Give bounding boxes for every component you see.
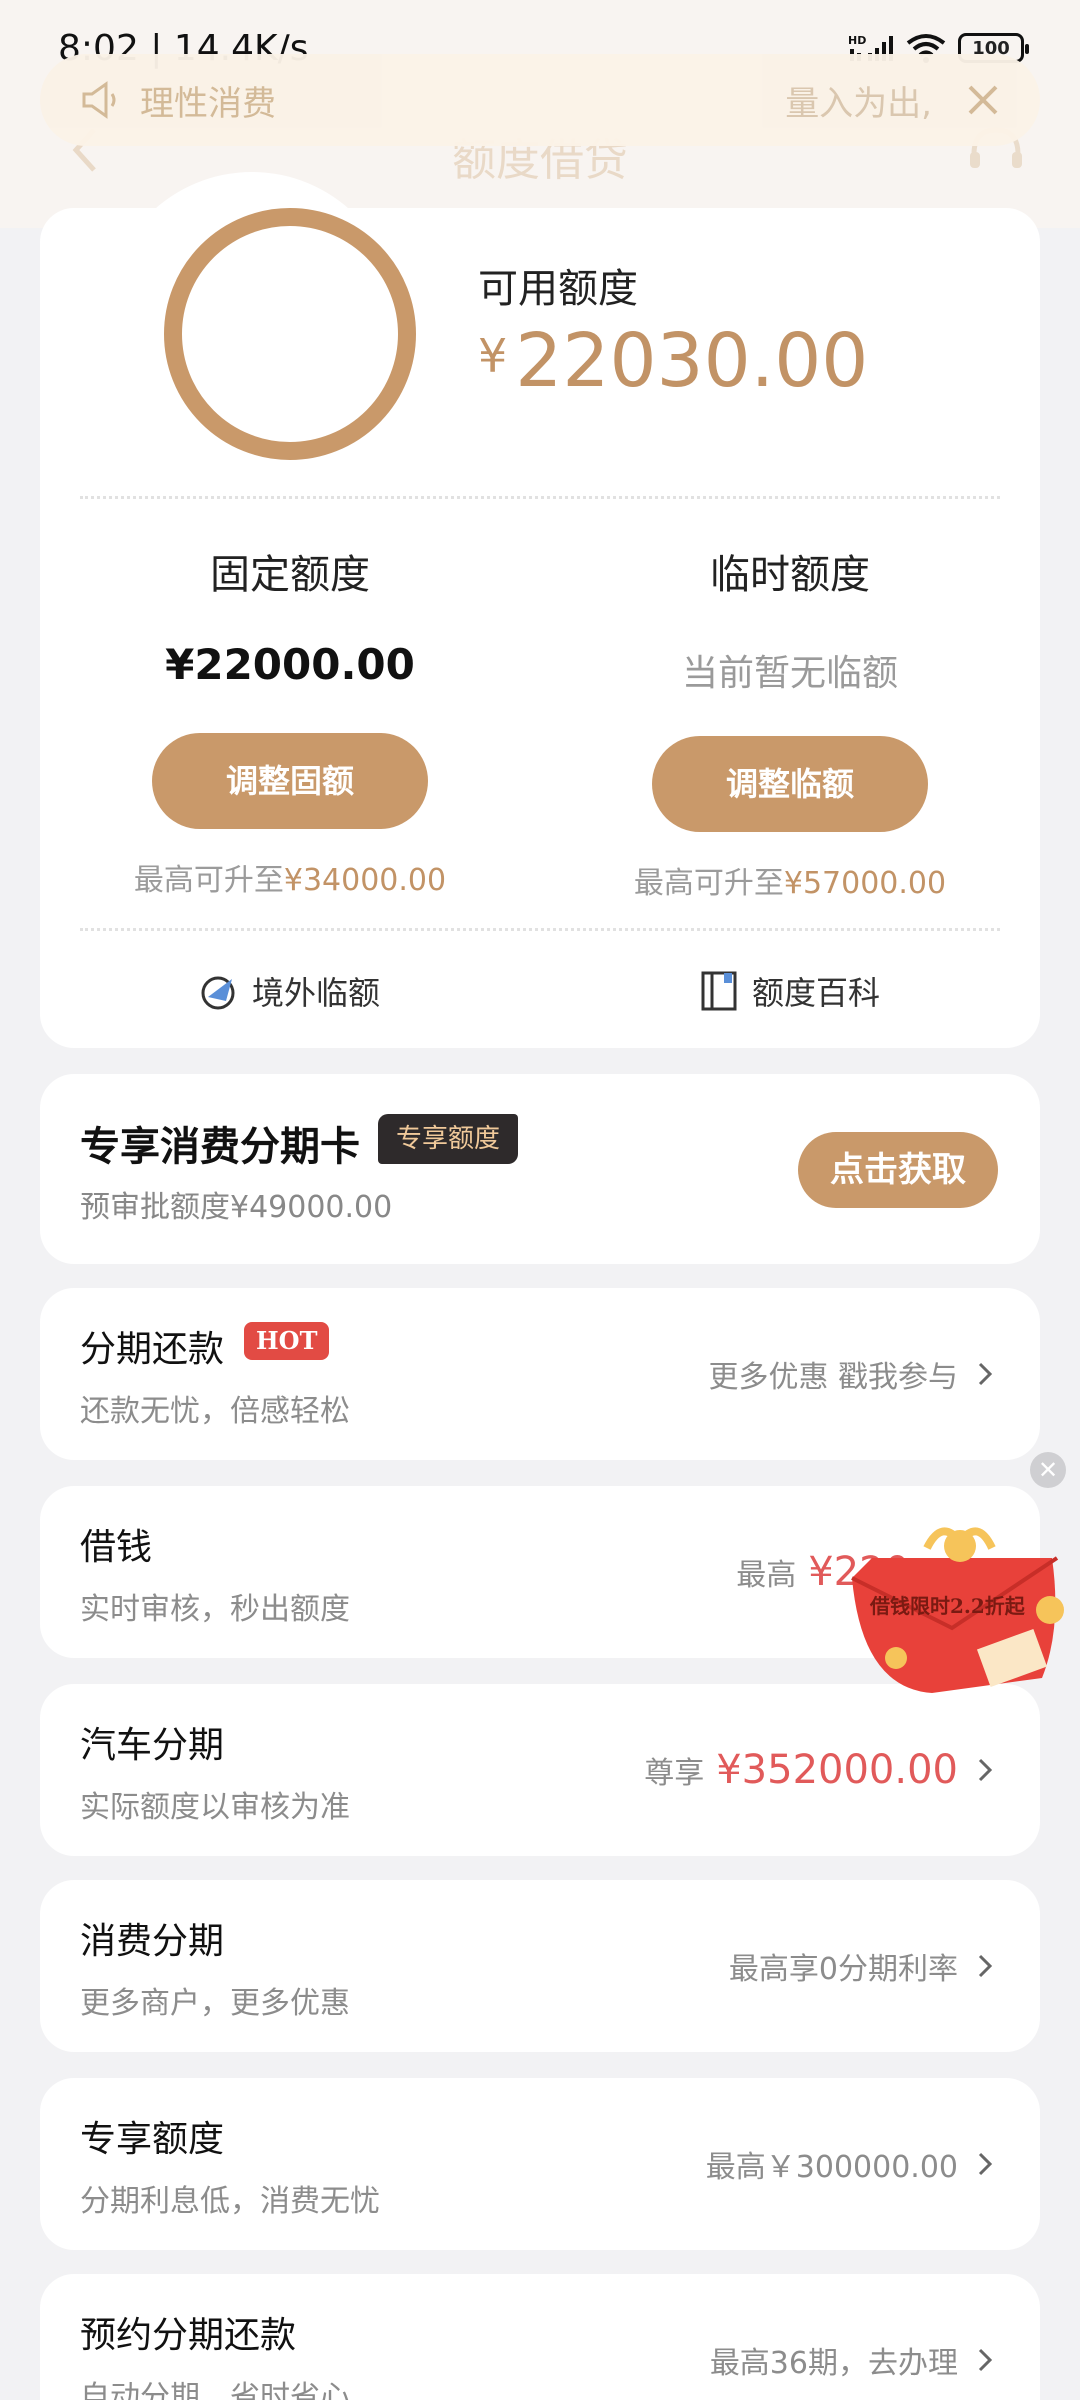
quota-wiki-label: 额度百科 [752, 974, 881, 1012]
item-right: 最高享0分期利率 [729, 1880, 1000, 2052]
notice-banner: 理性消费 量入为出, [40, 54, 1040, 146]
item-title: 专享额度 [80, 2119, 225, 2160]
item-right-prefix: 尊享 [644, 1756, 705, 1791]
fixed-quota-column: 固定额度 ¥22000.00 调整固额 最高可升至¥34000.00 [40, 542, 540, 899]
chevron-right-icon [978, 2152, 993, 2176]
item-subtitle: 实时审核，秒出额度 [80, 1592, 350, 1627]
book-icon [701, 971, 737, 1011]
temp-quota-column: 临时额度 当前暂无临额 调整临额 最高可升至¥57000.00 [540, 542, 1040, 902]
promo-close-icon[interactable]: ✕ [1030, 1452, 1066, 1488]
list-item-exclusive-quota[interactable]: 专享额度 分期利息低，消费无忧 最高￥300000.00 [40, 2078, 1040, 2250]
quota-wiki-link[interactable]: 额度百科 [700, 968, 880, 1014]
item-subtitle: 分期利息低，消费无忧 [80, 2184, 380, 2219]
temp-quota-hint: 最高可升至¥57000.00 [540, 858, 1040, 902]
temp-quota-value: 当前暂无临额 [681, 653, 898, 694]
list-item-installment-repay[interactable]: 分期还款 HOT 还款无忧，倍感轻松 更多优惠 戳我参与 [40, 1288, 1040, 1460]
item-title: 汽车分期 [80, 1725, 225, 1766]
chevron-right-icon [978, 1362, 993, 1386]
item-title: 预约分期还款 [80, 2315, 297, 2356]
item-subtitle: 更多商户，更多优惠 [80, 1986, 350, 2021]
item-right-text: 更多优惠 戳我参与 [708, 1360, 958, 1395]
divider [80, 496, 1000, 499]
item-right-prefix: 最高 [736, 1558, 797, 1593]
item-right-text: 最高享0分期利率 [728, 1952, 958, 1987]
currency-symbol: ¥ [478, 329, 508, 383]
available-label: 可用额度 [478, 266, 638, 312]
item-subtitle: 还款无忧，倍感轻松 [80, 1394, 350, 1429]
speaker-icon [82, 81, 116, 119]
overseas-quota-label: 境外临额 [252, 974, 381, 1012]
item-subtitle: 自动分期，省时省心 [80, 2380, 350, 2400]
notice-text: 理性消费 [140, 83, 276, 124]
item-right: 最高￥300000.00 [706, 2078, 1000, 2250]
quota-ring [164, 208, 416, 460]
special-title: 专享消费分期卡 [80, 1124, 360, 1170]
item-title: 消费分期 [80, 1921, 225, 1962]
get-button[interactable]: 点击获取 [798, 1132, 998, 1208]
item-title: 分期还款 [80, 1329, 225, 1370]
available-amount: ¥22030.00 [478, 318, 868, 404]
hot-badge: HOT [244, 1322, 330, 1360]
fixed-hint-amount: ¥34000.00 [283, 863, 447, 898]
chevron-right-icon [978, 1954, 993, 1978]
temp-quota-title: 临时额度 [710, 552, 870, 598]
item-subtitle: 实际额度以审核为准 [80, 1790, 350, 1825]
fixed-hint-prefix: 最高可升至 [133, 863, 284, 898]
temp-hint-amount: ¥57000.00 [783, 866, 947, 901]
item-right-text: 最高￥300000.00 [705, 2150, 958, 2185]
fixed-quota-title: 固定额度 [210, 552, 370, 598]
available-amount-value: 22030.00 [515, 318, 869, 404]
list-item-consumer-installment[interactable]: 消费分期 更多商户，更多优惠 最高享0分期利率 [40, 1880, 1040, 2052]
item-right: 最高36期，去办理 [710, 2274, 1000, 2400]
close-icon[interactable] [966, 83, 1000, 117]
item-title: 借钱 [80, 1527, 153, 1568]
list-item-scheduled-installment[interactable]: 预约分期还款 自动分期，省时省心 最高36期，去办理 [40, 2274, 1040, 2400]
svg-text:HD: HD [848, 34, 866, 47]
chevron-right-icon [978, 2348, 993, 2372]
temp-hint-prefix: 最高可升至 [633, 866, 784, 901]
chevron-right-icon [978, 1758, 993, 1782]
fixed-quota-value: ¥22000.00 [165, 640, 415, 689]
adjust-fixed-button[interactable]: 调整固额 [152, 733, 428, 829]
special-card[interactable]: 专享消费分期卡 专享额度 预审批额度¥49000.00 点击获取 [40, 1074, 1040, 1264]
fixed-quota-hint: 最高可升至¥34000.00 [40, 855, 540, 899]
promo-text: 借钱限时2.2折起 [870, 1594, 1025, 1618]
item-right: 更多优惠 戳我参与 [708, 1288, 1000, 1460]
overseas-quota-link[interactable]: 境外临额 [198, 968, 380, 1014]
adjust-temp-button[interactable]: 调整临额 [652, 736, 928, 832]
special-subtitle: 预审批额度¥49000.00 [80, 1190, 393, 1225]
promo-red-envelope[interactable]: 借钱限时2.2折起 [832, 1518, 1078, 1718]
globe-plane-icon [201, 976, 235, 1010]
item-right-text: 最高36期，去办理 [709, 2346, 958, 2381]
notice-scroll-text: 量入为出, [785, 83, 932, 124]
special-tag: 专享额度 [378, 1114, 519, 1164]
item-right-amount: ¥352000.00 [716, 1747, 958, 1793]
divider [80, 928, 1000, 931]
